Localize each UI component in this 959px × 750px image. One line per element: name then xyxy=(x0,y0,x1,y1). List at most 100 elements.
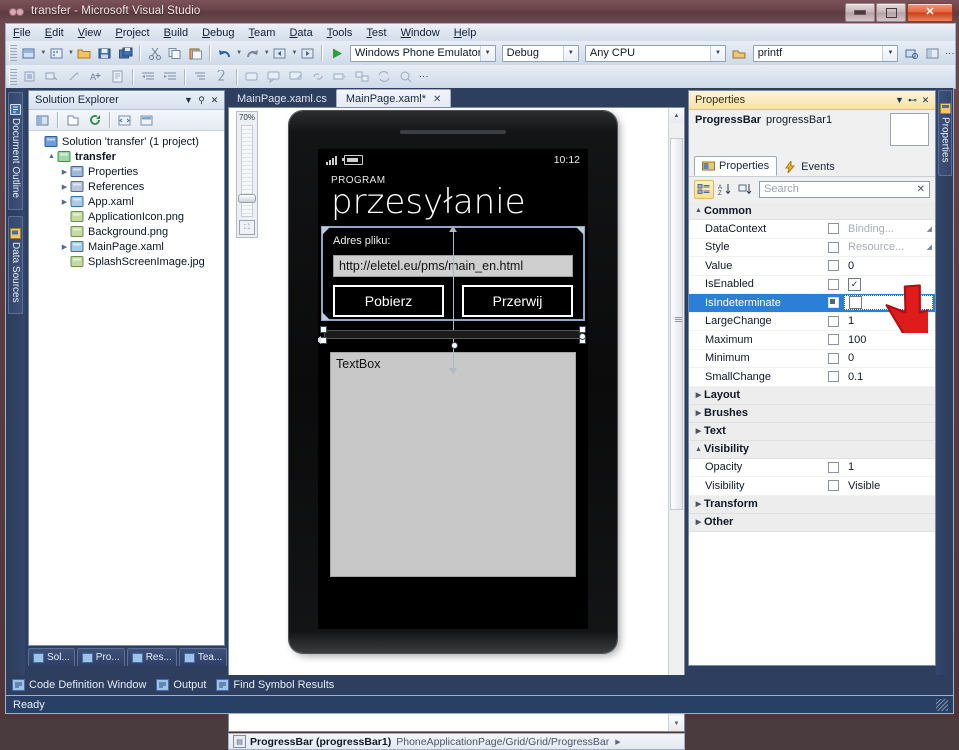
find-scope-icon[interactable] xyxy=(730,43,749,63)
redo-icon[interactable] xyxy=(243,43,262,63)
property-value-editor[interactable]: Binding... ◢ xyxy=(844,223,935,235)
resize-handle-right[interactable] xyxy=(579,332,586,340)
breadcrumb-more-icon[interactable]: ▶ xyxy=(615,738,620,746)
platform-combo[interactable]: Any CPU ▼ xyxy=(584,44,726,62)
property-row-style[interactable]: Style Resource... ◢ xyxy=(689,239,935,257)
tree-twisty[interactable] xyxy=(59,256,70,267)
save-icon[interactable] xyxy=(96,43,115,63)
designer-zoom-control[interactable]: 70% ⛶ xyxy=(236,111,258,238)
properties-pin-icon[interactable]: ⊷ xyxy=(906,94,919,107)
property-category-other[interactable]: ▶ Other xyxy=(689,513,935,532)
property-source-marker[interactable] xyxy=(822,334,844,346)
new-project-icon[interactable] xyxy=(20,43,39,63)
new-project-dropdown-icon[interactable]: ▼ xyxy=(40,50,46,56)
tree-twisty[interactable]: ▶ xyxy=(59,181,70,192)
menu-item-debug[interactable]: Debug xyxy=(195,25,241,41)
property-value-editor[interactable]: 100 xyxy=(844,334,935,346)
decrease-indent-icon[interactable] xyxy=(138,67,158,87)
minimize-button[interactable] xyxy=(845,3,875,22)
tool-window-tab-codedefinitionwindow[interactable]: Code Definition Window xyxy=(12,679,146,691)
selection-corner-top-left[interactable] xyxy=(322,227,330,236)
category-twisty[interactable]: ▲ xyxy=(693,446,704,453)
property-source-marker[interactable] xyxy=(822,315,844,327)
resize-handle-tl[interactable] xyxy=(320,326,327,334)
property-source-marker[interactable] xyxy=(822,223,844,235)
increase-indent-icon[interactable] xyxy=(160,67,180,87)
breadcrumb-path[interactable]: PhoneApplicationPage/Grid/Grid/ProgressB… xyxy=(396,736,609,748)
property-value-editor[interactable]: 1 xyxy=(844,315,935,327)
property-source-marker[interactable] xyxy=(822,371,844,383)
property-value-editor[interactable]: Visible xyxy=(844,480,935,492)
toolbar2-overflow-icon[interactable]: ⋮ xyxy=(419,72,429,81)
content-grid-selected[interactable]: Adres pliku: http://eletel.eu/pms/main_e… xyxy=(321,226,585,375)
collapse-all-icon[interactable] xyxy=(190,67,210,87)
panel-menu-icon[interactable]: ▼ xyxy=(182,94,195,107)
properties-tab-properties[interactable]: Properties xyxy=(694,156,778,176)
properties-search-input[interactable]: Search ✕ xyxy=(759,180,930,198)
open-file-icon[interactable] xyxy=(75,43,94,63)
navigate-backward-dropdown-icon[interactable]: ▼ xyxy=(292,50,298,56)
resize-handle-tr[interactable] xyxy=(579,326,586,334)
progressbar-selected[interactable] xyxy=(324,330,582,340)
toolbar2-grip[interactable] xyxy=(9,68,17,85)
start-debugging-icon[interactable] xyxy=(327,43,346,63)
property-row-opacity[interactable]: Opacity 1 xyxy=(689,459,935,477)
resize-grip[interactable] xyxy=(936,698,948,711)
undo-icon[interactable] xyxy=(215,43,234,63)
property-source-marker[interactable] xyxy=(822,260,844,272)
show-all-files-button[interactable] xyxy=(63,110,83,130)
dock-tab-properties[interactable]: Properties xyxy=(938,90,952,176)
property-row-visibility[interactable]: Visibility Visible xyxy=(689,477,935,496)
menu-item-tools[interactable]: Tools xyxy=(320,25,360,41)
add-item-icon[interactable] xyxy=(47,43,66,63)
dock-tab-data-sources[interactable]: Data Sources xyxy=(8,216,23,314)
tree-item[interactable]: Solution 'transfer' (1 project) xyxy=(29,134,224,149)
category-twisty[interactable]: ▶ xyxy=(693,409,704,417)
tool-window-tab-output[interactable]: Output xyxy=(156,679,206,691)
property-source-marker[interactable] xyxy=(822,297,844,309)
expand-all-icon[interactable] xyxy=(212,67,232,87)
navigate-to-icon[interactable] xyxy=(330,67,350,87)
pin-icon[interactable]: ⚲ xyxy=(195,94,208,107)
category-twisty[interactable]: ▶ xyxy=(693,391,704,399)
property-source-marker[interactable] xyxy=(822,461,844,473)
property-category-common[interactable]: ▲ Common xyxy=(689,202,935,220)
solution-tree[interactable]: Solution 'transfer' (1 project) ▲ transfer… xyxy=(29,131,224,645)
property-category-transform[interactable]: ▶ Transform xyxy=(689,495,935,514)
zoom-slider-thumb[interactable] xyxy=(238,194,256,203)
zoom-slider[interactable] xyxy=(238,125,256,217)
tree-item[interactable]: ▲ transfer xyxy=(29,149,224,164)
view-code-button[interactable] xyxy=(115,110,135,130)
property-source-marker[interactable] xyxy=(822,278,844,290)
search-symbol-icon[interactable] xyxy=(396,67,416,87)
phone-screen[interactable]: 10:12 PROGRAM przesyłanie Adres pliku: h xyxy=(318,149,588,629)
view-designer-button[interactable] xyxy=(137,110,157,130)
property-row-datacontext[interactable]: DataContext Binding... ◢ xyxy=(689,220,935,239)
menu-item-team[interactable]: Team xyxy=(242,25,283,41)
result-textbox[interactable]: TextBox xyxy=(330,352,576,578)
close-button[interactable]: ✕ xyxy=(907,3,953,22)
save-all-icon[interactable] xyxy=(116,43,135,63)
property-category-text[interactable]: ▶ Text xyxy=(689,422,935,441)
properties-list[interactable]: ▲ Common DataContext Binding... ◢ Style Resour… xyxy=(689,202,935,665)
property-row-minimum[interactable]: Minimum 0 xyxy=(689,350,935,368)
property-row-value[interactable]: Value 0 xyxy=(689,257,935,276)
navigate-backward-icon[interactable] xyxy=(271,43,290,63)
scroll-up-icon[interactable]: ▲ xyxy=(669,108,684,123)
panel-tab-tea[interactable]: Tea... xyxy=(178,648,228,666)
tree-twisty[interactable]: ▶ xyxy=(59,241,70,252)
tree-twisty[interactable]: ▲ xyxy=(46,151,57,162)
xaml-designer-surface[interactable]: 70% ⛶ 10:12 PROGRAM przesyłanie Adres pl… xyxy=(228,107,685,732)
panel-tab-pro[interactable]: Pro... xyxy=(76,648,125,666)
tree-item[interactable]: ▶ MainPage.xaml xyxy=(29,239,224,254)
menu-item-window[interactable]: Window xyxy=(394,25,447,41)
property-category-layout[interactable]: ▶ Layout xyxy=(689,386,935,405)
tree-item[interactable]: ApplicationIcon.png xyxy=(29,209,224,224)
property-value-editor[interactable]: 0 xyxy=(844,260,935,272)
tree-twisty[interactable] xyxy=(59,226,70,237)
refresh-button[interactable] xyxy=(85,110,105,130)
menu-item-help[interactable]: Help xyxy=(447,25,484,41)
alphabetical-sort-icon[interactable]: AZ xyxy=(716,181,734,198)
sync-views-icon[interactable] xyxy=(374,67,394,87)
menu-item-build[interactable]: Build xyxy=(157,25,195,41)
